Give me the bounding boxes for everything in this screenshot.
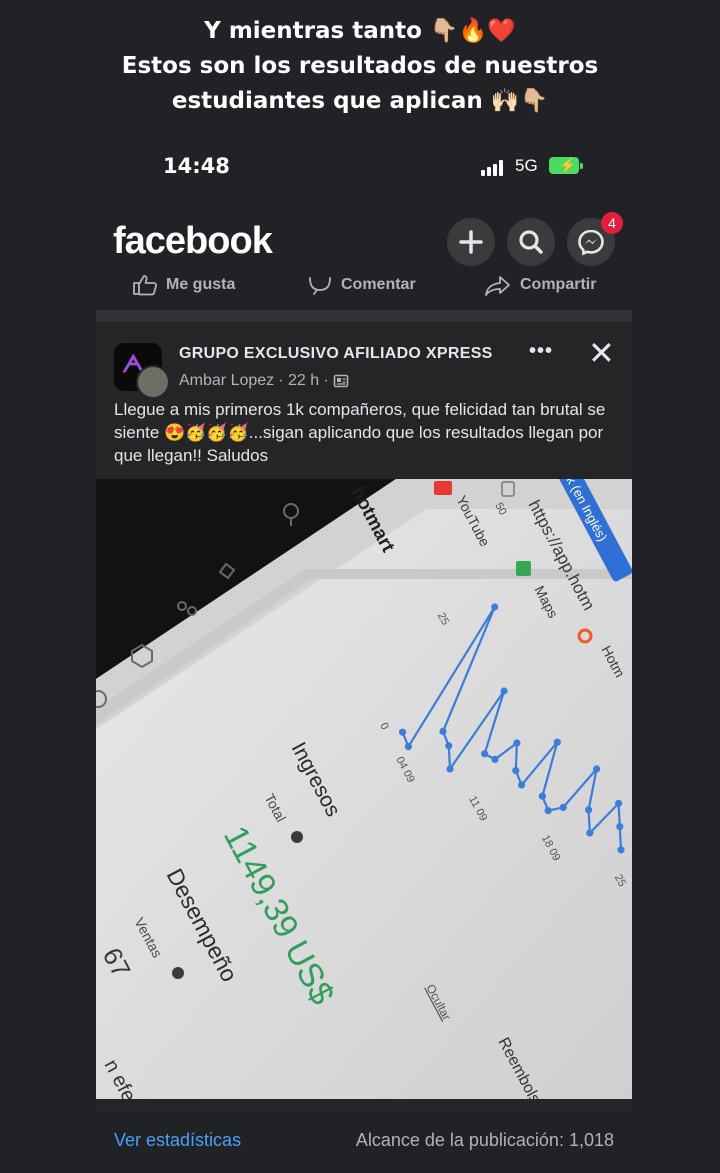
chart-point (616, 823, 624, 831)
facebook-logo: facebook (113, 220, 273, 262)
chart-point (439, 727, 447, 735)
chart-point (553, 738, 561, 746)
chart-point (593, 765, 601, 773)
group-name-link[interactable]: GRUPO EXCLUSIVO AFILIADO XPRESS (179, 345, 493, 363)
chart-point (512, 767, 520, 775)
like-button[interactable]: Me gusta (132, 274, 235, 296)
chart-point (538, 792, 546, 800)
hotmart-dashboard-photo: hotmart YouTube Maps Hotm https://app.ho… (96, 479, 632, 1099)
chart-point (491, 755, 499, 763)
chart-point (399, 728, 407, 736)
feed-divider (96, 310, 632, 322)
search-button[interactable] (507, 218, 555, 266)
battery-icon: ⚡ (549, 157, 583, 174)
caption-line-1: Y mientras tanto 👇🏼🔥❤️ (204, 18, 516, 44)
caption-line-2: Estos son los resultados de nuestros (121, 53, 599, 79)
chart-point (481, 750, 489, 758)
story-caption: Y mientras tanto 👇🏼🔥❤️ Estos son los res… (0, 14, 720, 119)
comment-button[interactable]: Comentar (307, 274, 416, 296)
chart-point (500, 687, 508, 695)
thumbs-up-icon (133, 275, 158, 296)
create-button[interactable] (447, 218, 495, 266)
more-options-button[interactable]: ••• (529, 340, 553, 363)
chart-point (544, 807, 552, 815)
author-avatar[interactable] (136, 365, 170, 399)
like-label: Me gusta (166, 276, 236, 293)
share-button[interactable]: Compartir (484, 274, 596, 296)
author-name-link[interactable]: Ambar Lopez (179, 372, 274, 390)
chart-point (586, 829, 594, 837)
share-icon (485, 276, 510, 296)
comment-icon (309, 277, 331, 295)
plus-icon (459, 230, 483, 254)
post-reach: Alcance de la publicación: 1,018 (355, 1130, 614, 1150)
chart-point (518, 781, 526, 789)
post-card: ᗅ GRUPO EXCLUSIVO AFILIADO XPRESS Ambar … (96, 322, 632, 1112)
network-type: 5G (515, 156, 538, 175)
caption-line-3: estudiantes que aplican 🙌🏻👇🏼 (171, 88, 549, 114)
status-time: 14:48 (163, 154, 230, 178)
chart-point (513, 739, 521, 747)
chart-point (617, 846, 625, 854)
chart-point (491, 603, 499, 611)
chart-point (404, 743, 412, 751)
chart-point (615, 799, 623, 807)
search-icon (519, 230, 543, 254)
messenger-button[interactable]: 4 (567, 212, 623, 266)
view-stats-link[interactable]: Ver estadísticas (114, 1130, 241, 1151)
status-bar: 14:48 5G ⚡ (0, 150, 720, 184)
post-meta: Ambar Lopez · 22 h · (179, 372, 349, 390)
chart-point (559, 803, 567, 811)
post-time[interactable]: · 22 h · (278, 372, 329, 390)
post-photo[interactable]: hotmart YouTube Maps Hotm https://app.ho… (96, 479, 632, 1099)
chart-point (446, 765, 454, 773)
post-text: Llegue a mis primeros 1k compañeros, que… (114, 400, 606, 465)
share-label: Compartir (520, 276, 597, 293)
group-privacy-icon (333, 374, 349, 388)
facebook-header: facebook 4 (96, 210, 632, 274)
post-actions-bar: Me gusta Comentar Compartir (96, 270, 632, 300)
messenger-badge: 4 (601, 212, 623, 234)
signal-icon (481, 160, 509, 176)
comment-label: Comentar (341, 276, 416, 293)
post-stats-bar: Ver estadísticas Alcance de la publicaci… (96, 1128, 632, 1158)
chart-point (585, 806, 593, 814)
hide-post-button[interactable]: ✕ (588, 334, 615, 372)
chart-point (445, 742, 453, 750)
group-avatar[interactable]: ᗅ (114, 343, 170, 399)
